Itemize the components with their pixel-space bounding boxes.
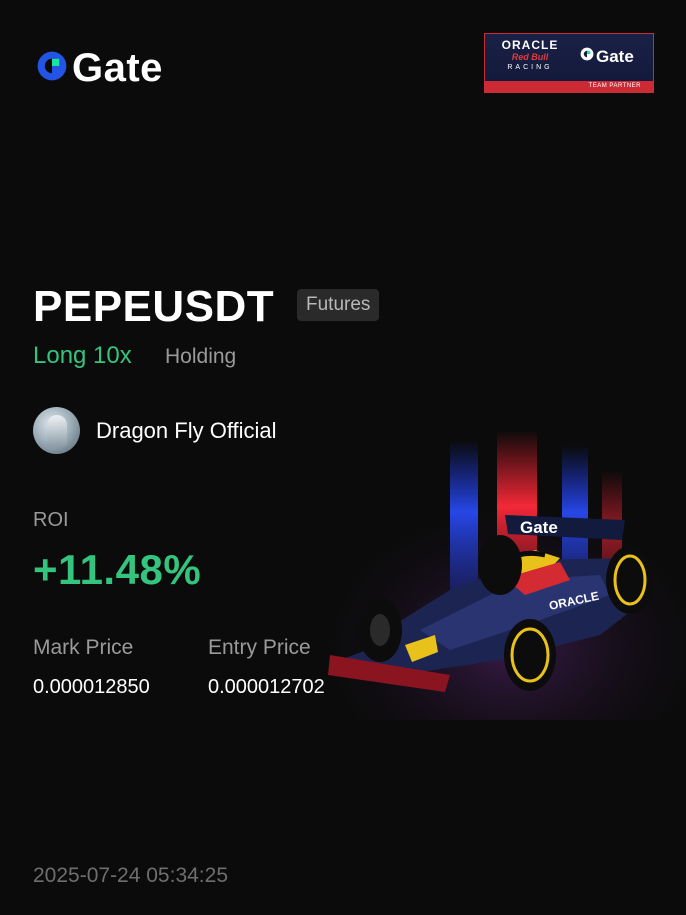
entry-price-label: Entry Price [208,636,311,659]
partner-badge: ORACLE Red Bull RACING Gate TEAM PARTNER [484,33,654,93]
gate-logo: Gate [34,46,163,90]
market-type-tag: Futures [297,289,380,321]
username: Dragon Fly Official [96,418,277,443]
roi-label: ROI [33,509,69,531]
avatar [33,407,80,454]
gate-logo-icon [34,48,70,89]
partner-gate-text: Gate [596,46,634,66]
position-status: Holding [165,345,237,368]
f1-car-illustration: Gate ORACLE [300,430,686,720]
mark-price-value: 0.000012850 [33,676,150,698]
partner-gate-logo: Gate [579,46,634,67]
oracle-text: ORACLE [501,38,559,52]
trading-pair: PEPEUSDT [33,282,275,331]
gate-logo-text: Gate [72,46,163,90]
team-partner-strip: TEAM PARTNER [485,81,653,92]
position-side: Long 10x [33,342,132,369]
share-card: Gate ORACLE Red Bull RACING Gate TEAM PA… [0,0,686,915]
mark-price-label: Mark Price [33,636,134,659]
timestamp: 2025-07-24 05:34:25 [33,864,228,887]
redbull-racing-logo: ORACLE Red Bull RACING [493,39,567,72]
svg-text:Gate: Gate [520,518,558,537]
gate-mini-icon [579,46,595,67]
racing-text: RACING [507,64,553,71]
roi-value: +11.48% [33,546,202,593]
redbull-text: Red Bull [511,52,549,62]
